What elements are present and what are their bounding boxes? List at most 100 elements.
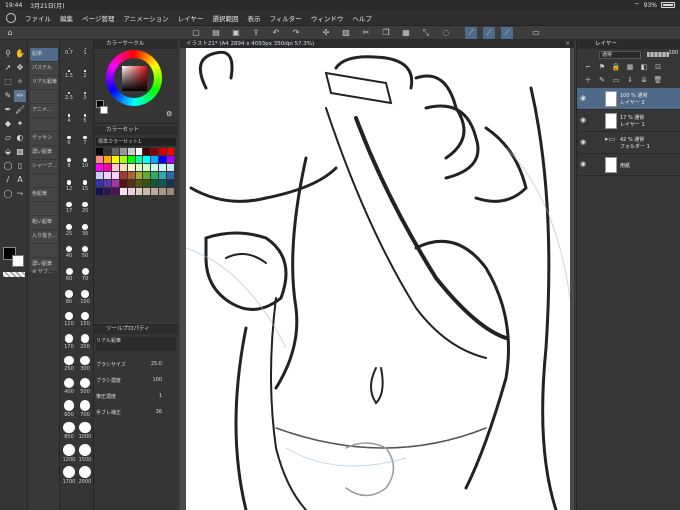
- transparent-color-swatch[interactable]: [3, 272, 25, 277]
- brush-density-value[interactable]: 100: [148, 377, 162, 383]
- color-swatch[interactable]: [151, 164, 159, 171]
- lock-icon[interactable]: 🔒: [611, 62, 621, 72]
- brush-size-preset[interactable]: 200: [77, 334, 93, 350]
- brush-size-preset[interactable]: 1: [77, 48, 93, 56]
- eye-icon[interactable]: ◉: [580, 160, 586, 168]
- brush-size-preset[interactable]: 600: [61, 400, 77, 418]
- brush-size-preset[interactable]: 400: [61, 378, 77, 395]
- layer-row[interactable]: ◉ 用紙: [577, 154, 680, 176]
- brush-size-preset[interactable]: 80: [61, 290, 77, 305]
- frame-tool-icon[interactable]: ▯: [14, 160, 26, 172]
- color-swatch[interactable]: [151, 188, 159, 195]
- opacity-value[interactable]: 100: [668, 50, 678, 56]
- sub-color-swatch[interactable]: [12, 255, 24, 267]
- brush-size-preset[interactable]: 40: [61, 246, 77, 259]
- brush-size-preset[interactable]: 7: [77, 136, 93, 146]
- color-swatch[interactable]: [127, 172, 135, 179]
- color-swatch[interactable]: [127, 188, 135, 195]
- menu-edit[interactable]: 編集: [60, 13, 73, 23]
- selection-tool-icon[interactable]: ⬚: [2, 76, 14, 88]
- reference-icon[interactable]: ⚑: [597, 62, 607, 72]
- eye-icon[interactable]: ◉: [580, 116, 586, 124]
- color-swatch[interactable]: [119, 172, 127, 179]
- eye-icon[interactable]: ◉: [580, 94, 586, 102]
- color-swatch[interactable]: [111, 156, 119, 163]
- color-swatch[interactable]: [135, 172, 143, 179]
- brush-size-preset[interactable]: 800: [61, 422, 77, 440]
- color-swatch[interactable]: [159, 172, 167, 179]
- brush-density-row[interactable]: ブラシ濃度 100: [96, 377, 176, 384]
- snap-grid-icon[interactable]: ⟋: [501, 27, 513, 39]
- color-swatch[interactable]: [103, 188, 111, 195]
- color-swatch[interactable]: [111, 188, 119, 195]
- stabilization-value[interactable]: 36: [148, 409, 162, 415]
- brush-size-preset[interactable]: 4: [61, 114, 77, 124]
- new-file-icon[interactable]: ▢: [190, 27, 202, 39]
- brush-size-preset[interactable]: 17: [61, 202, 77, 214]
- color-swatch[interactable]: [127, 164, 135, 171]
- color-swatch[interactable]: [103, 180, 111, 187]
- balloon-tool-icon[interactable]: ◯: [2, 188, 14, 200]
- color-swatch[interactable]: [159, 188, 167, 195]
- menu-filter[interactable]: フィルター: [269, 13, 301, 23]
- color-swatch[interactable]: [96, 156, 103, 163]
- save-icon[interactable]: ▣: [230, 27, 242, 39]
- brush-size-preset[interactable]: 2.5: [61, 92, 77, 101]
- brush-size-preset[interactable]: 170: [61, 334, 77, 350]
- fill-tool-icon[interactable]: ⬙: [2, 146, 14, 158]
- brush-size-preset[interactable]: 1.5: [61, 70, 77, 79]
- color-set-selector[interactable]: 標準カラーセット1: [96, 138, 176, 146]
- merge-icon[interactable]: ⇊: [639, 75, 649, 85]
- brush-size-value[interactable]: 25.0: [148, 361, 162, 367]
- color-swatch[interactable]: [135, 164, 143, 171]
- layer-move-tool-icon[interactable]: ✥: [14, 62, 26, 74]
- brush-size-preset[interactable]: 700: [77, 400, 93, 418]
- new-vector-icon[interactable]: ✎: [597, 75, 607, 85]
- transform-icon[interactable]: ⤡: [420, 27, 432, 39]
- color-swatch[interactable]: [119, 180, 127, 187]
- color-swatch[interactable]: [96, 180, 103, 187]
- brush-size-preset[interactable]: 8: [61, 158, 77, 169]
- copy-icon[interactable]: ❐: [380, 27, 392, 39]
- color-swatch[interactable]: [127, 156, 135, 163]
- color-swatch[interactable]: [135, 180, 143, 187]
- color-swatch[interactable]: [103, 156, 111, 163]
- brush-size-preset[interactable]: 10: [77, 158, 93, 169]
- menu-view[interactable]: 表示: [247, 13, 260, 23]
- color-swatch[interactable]: [151, 156, 159, 163]
- brush-size-row[interactable]: ブラシサイズ 25.0: [96, 361, 176, 368]
- pressure-value[interactable]: 1: [148, 393, 162, 399]
- subtool-item[interactable]: [30, 118, 58, 131]
- brush-size-preset[interactable]: 3: [77, 92, 93, 101]
- color-swatch[interactable]: [167, 164, 174, 171]
- menu-layer[interactable]: レイヤー: [178, 13, 204, 23]
- subtool-item[interactable]: 入り抜き…: [30, 230, 58, 243]
- color-swatch[interactable]: [143, 180, 151, 187]
- subtool-item[interactable]: デッサン: [30, 132, 58, 145]
- brush-size-preset[interactable]: 70: [77, 268, 93, 282]
- color-swatch[interactable]: [159, 156, 167, 163]
- brush-size-preset[interactable]: 1000: [77, 422, 93, 440]
- brush-size-preset[interactable]: 20: [77, 202, 93, 214]
- text-tool-icon[interactable]: A: [14, 174, 26, 186]
- color-swatch[interactable]: [96, 148, 103, 155]
- color-swatch[interactable]: [143, 164, 151, 171]
- subtool-item[interactable]: 色鉛筆: [30, 188, 58, 201]
- color-swatch[interactable]: [135, 156, 143, 163]
- clip-icon[interactable]: ⌐: [583, 62, 593, 72]
- color-settings-icon[interactable]: ⚙: [166, 110, 172, 118]
- snap-ruler-icon[interactable]: ⟋: [465, 27, 477, 39]
- color-swatch[interactable]: [143, 188, 151, 195]
- stabilization-row[interactable]: 手ブレ補正 36: [96, 409, 176, 416]
- color-swatch[interactable]: [119, 164, 127, 171]
- color-swatch[interactable]: [103, 164, 111, 171]
- paste-icon[interactable]: ▦: [400, 27, 412, 39]
- snap-icon[interactable]: ✣: [320, 27, 332, 39]
- canvas-tab[interactable]: イラスト21* (A4 2894 x 4093px 350dpi 57.3%) …: [180, 40, 574, 48]
- brush-size-preset[interactable]: 30: [77, 224, 93, 237]
- color-swatch[interactable]: [135, 148, 143, 155]
- subtool-item[interactable]: [30, 174, 58, 187]
- brush-size-preset[interactable]: 15: [77, 180, 93, 192]
- brush-size-preset[interactable]: 0.7: [61, 48, 77, 56]
- color-swatch[interactable]: [96, 188, 103, 195]
